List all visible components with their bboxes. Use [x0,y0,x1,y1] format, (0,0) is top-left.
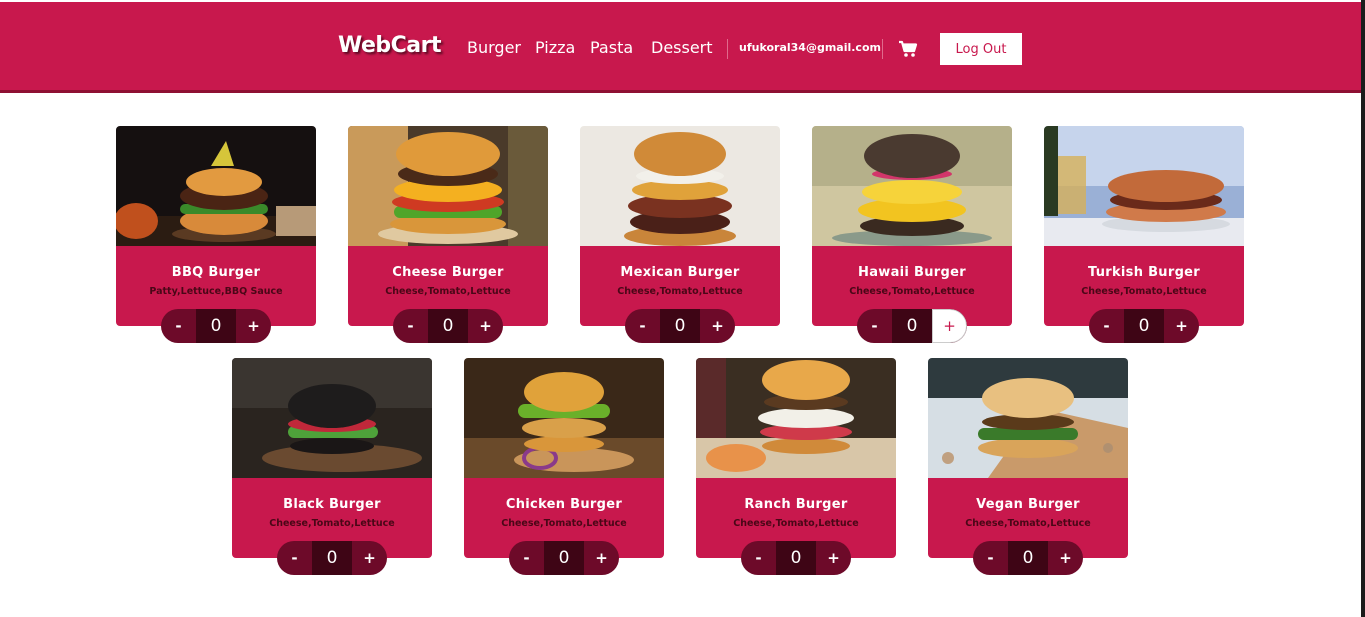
increase-button[interactable]: + [584,541,619,575]
nav-pizza[interactable]: Pizza [535,38,575,57]
product-card: Hawaii Burger Cheese,Tomato,Lettuce - 0 … [812,126,1012,343]
quantity-value: 0 [776,541,816,575]
product-name: Ranch Burger [744,497,848,512]
product-image [348,126,548,246]
product-ingredients: Cheese,Tomato,Lettuce [269,518,395,529]
decrease-button[interactable]: - [973,541,1008,575]
increase-button[interactable]: + [468,309,503,343]
product-name: Cheese Burger [392,265,504,280]
product-ingredients: Cheese,Tomato,Lettuce [849,286,975,297]
quantity-stepper: - 0 + [625,309,735,343]
product-image [232,358,432,478]
decrease-button[interactable]: - [509,541,544,575]
quantity-stepper: - 0 + [509,541,619,575]
navbar: WebCart Burger Pizza Pasta Dessert ufuko… [0,2,1361,93]
increase-button[interactable]: + [700,309,735,343]
product-name: Black Burger [283,497,381,512]
quantity-value: 0 [1124,309,1164,343]
increase-button[interactable]: + [352,541,387,575]
product-ingredients: Cheese,Tomato,Lettuce [1081,286,1207,297]
product-name: Turkish Burger [1087,265,1201,280]
quantity-value: 0 [660,309,700,343]
product-image [1044,126,1244,246]
product-name: Vegan Burger [976,497,1080,512]
product-name: Mexican Burger [620,265,740,280]
logo[interactable]: WebCart [338,33,442,58]
nav-separator [727,39,728,59]
increase-button[interactable]: + [1048,541,1083,575]
increase-button[interactable]: + [1164,309,1199,343]
product-card: Turkish Burger Cheese,Tomato,Lettuce - 0… [1044,126,1244,343]
product-card: Vegan Burger Cheese,Tomato,Lettuce - 0 + [928,358,1128,575]
product-image [696,358,896,478]
quantity-value: 0 [544,541,584,575]
product-image [928,358,1128,478]
increase-button[interactable]: + [816,541,851,575]
product-ingredients: Cheese,Tomato,Lettuce [385,286,511,297]
window-edge [1361,0,1365,617]
increase-button[interactable]: + [932,309,967,343]
quantity-stepper: - 0 + [973,541,1083,575]
product-name: Hawaii Burger [858,265,966,280]
quantity-stepper: - 0 + [741,541,851,575]
decrease-button[interactable]: - [277,541,312,575]
product-image [580,126,780,246]
decrease-button[interactable]: - [161,309,196,343]
product-ingredients: Cheese,Tomato,Lettuce [733,518,859,529]
product-card: BBQ Burger Patty,Lettuce,BBQ Sauce - 0 + [116,126,316,343]
product-card: Cheese Burger Cheese,Tomato,Lettuce - 0 … [348,126,548,343]
decrease-button[interactable]: - [1089,309,1124,343]
product-image [812,126,1012,246]
quantity-value: 0 [312,541,352,575]
quantity-value: 0 [892,309,932,343]
quantity-value: 0 [428,309,468,343]
quantity-stepper: - 0 + [1089,309,1199,343]
shopping-cart-icon[interactable] [898,40,918,58]
product-ingredients: Cheese,Tomato,Lettuce [617,286,743,297]
product-ingredients: Cheese,Tomato,Lettuce [501,518,627,529]
nav-separator [882,39,883,59]
product-name: BBQ Burger [171,265,261,280]
product-card: Black Burger Cheese,Tomato,Lettuce - 0 + [232,358,432,575]
nav-burger[interactable]: Burger [467,38,521,57]
decrease-button[interactable]: - [625,309,660,343]
quantity-stepper: - 0 + [857,309,967,343]
decrease-button[interactable]: - [393,309,428,343]
nav-dessert[interactable]: Dessert [651,38,713,57]
product-card: Ranch Burger Cheese,Tomato,Lettuce - 0 + [696,358,896,575]
logout-button[interactable]: Log Out [940,33,1022,65]
quantity-stepper: - 0 + [277,541,387,575]
quantity-value: 0 [196,309,236,343]
product-image [116,126,316,246]
product-ingredients: Patty,Lettuce,BBQ Sauce [149,286,283,297]
product-image [464,358,664,478]
product-ingredients: Cheese,Tomato,Lettuce [965,518,1091,529]
quantity-stepper: - 0 + [393,309,503,343]
quantity-stepper: - 0 + [161,309,271,343]
decrease-button[interactable]: - [857,309,892,343]
user-email: ufukoral34@gmail.com [739,41,881,54]
increase-button[interactable]: + [236,309,271,343]
product-card: Mexican Burger Cheese,Tomato,Lettuce - 0… [580,126,780,343]
product-card: Chicken Burger Cheese,Tomato,Lettuce - 0… [464,358,664,575]
decrease-button[interactable]: - [741,541,776,575]
nav-pasta[interactable]: Pasta [590,38,633,57]
product-name: Chicken Burger [505,497,623,512]
quantity-value: 0 [1008,541,1048,575]
